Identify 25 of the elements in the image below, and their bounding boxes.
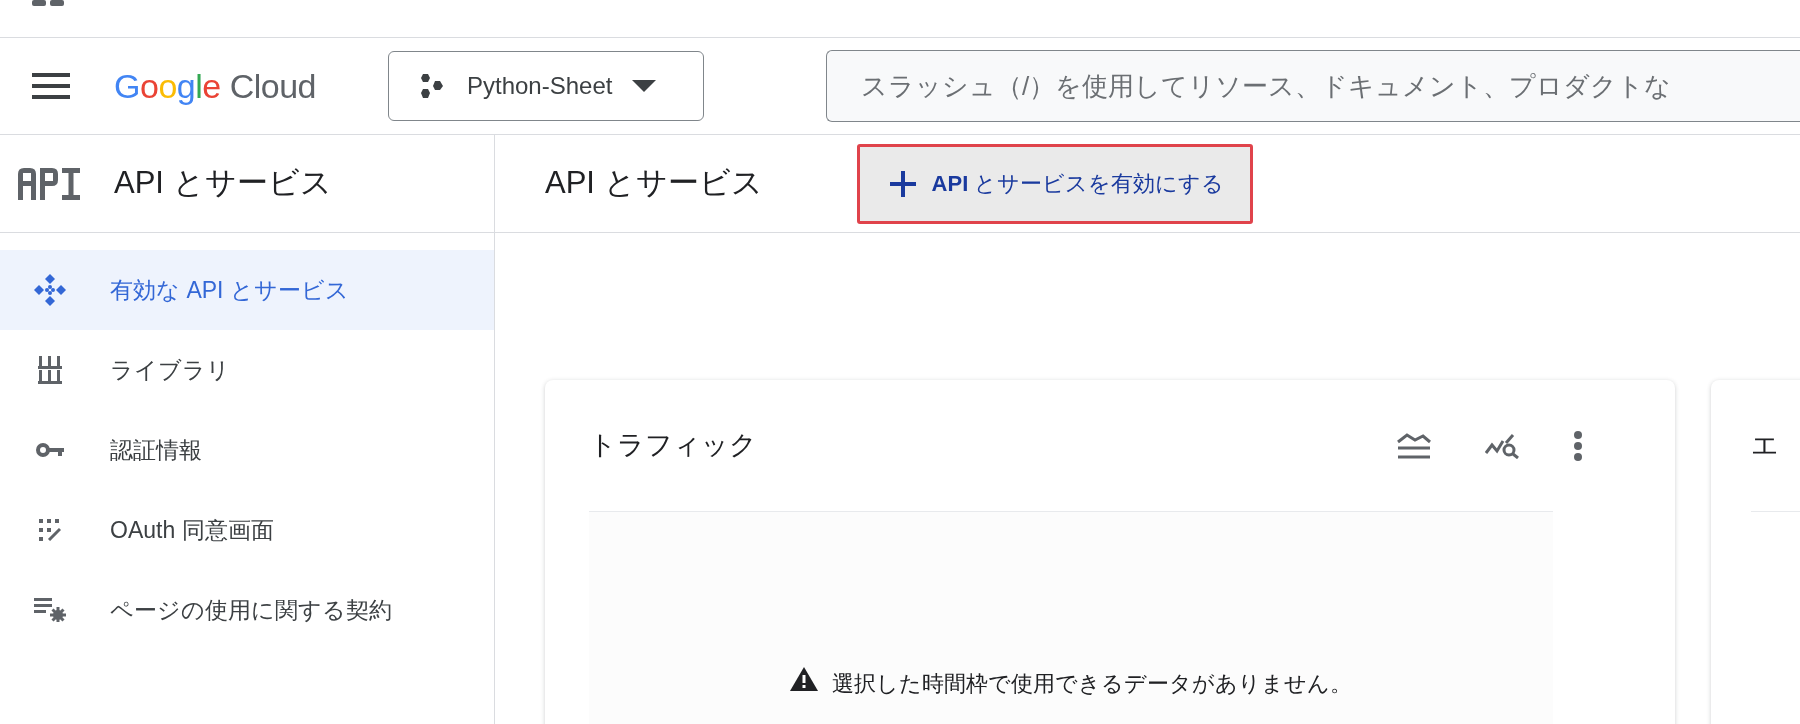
warning-icon bbox=[790, 667, 818, 691]
dotted-pen-icon bbox=[39, 519, 61, 541]
google-cloud-logo[interactable]: Google Cloud bbox=[114, 60, 316, 112]
list-settings-icon bbox=[34, 598, 66, 622]
sidebar-item[interactable]: 有効な API とサービス bbox=[0, 250, 494, 330]
project-selector[interactable]: Python-Sheet bbox=[388, 51, 704, 121]
search-field[interactable]: スラッシュ（/）を使用してリソース、ドキュメント、プロダクトな bbox=[826, 50, 1800, 122]
sidebar-item[interactable]: ページの使用に関する契約 bbox=[0, 570, 494, 650]
enable-apis-button[interactable]: API とサービスを有効にする bbox=[856, 143, 1254, 224]
sidebar-title: API とサービス bbox=[114, 164, 332, 203]
dropdown-caret-icon bbox=[632, 80, 657, 92]
card-title: エ bbox=[1751, 429, 1779, 463]
plus-icon bbox=[889, 170, 916, 197]
sidebar-item[interactable]: ライブラリ bbox=[0, 330, 494, 410]
key-icon bbox=[36, 442, 64, 458]
card-title: トラフィック bbox=[589, 429, 757, 463]
columns-icon bbox=[38, 356, 62, 384]
menu-icon[interactable] bbox=[32, 73, 70, 99]
api-icon bbox=[18, 167, 80, 200]
sidebar-item[interactable]: OAuth 同意画面 bbox=[0, 490, 494, 570]
diamond-dots-icon bbox=[34, 274, 66, 306]
no-data-message: 選択した時間枠で使用できるデータがありません。 bbox=[832, 670, 1352, 698]
sidebar-item[interactable]: 認証情報 bbox=[0, 410, 494, 490]
page-title: API とサービス bbox=[545, 164, 763, 203]
grid-icon[interactable] bbox=[32, 0, 66, 8]
